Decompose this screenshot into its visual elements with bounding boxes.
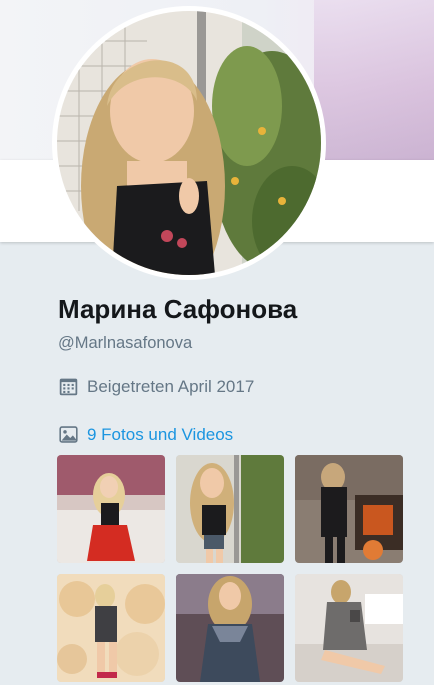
join-date: Beigetreten April 2017 [58, 376, 254, 397]
media-thumbnail[interactable] [295, 455, 403, 563]
media-thumbnail-grid [57, 455, 403, 682]
photos-videos-label[interactable]: 9 Fotos und Videos [87, 425, 233, 445]
media-thumbnail[interactable] [57, 455, 165, 563]
profile-name: Марина Сафонова [58, 294, 298, 324]
media-thumbnail[interactable] [176, 574, 284, 682]
profile-avatar[interactable] [52, 6, 326, 280]
banner-image [314, 0, 434, 160]
photos-videos-link[interactable]: 9 Fotos und Videos [58, 424, 233, 445]
image-icon [59, 426, 78, 443]
calendar-icon [59, 378, 78, 396]
profile-handle: @Marlnasafonova [58, 334, 193, 352]
join-date-text: Beigetreten April 2017 [87, 376, 255, 396]
media-thumbnail[interactable] [295, 574, 403, 682]
media-thumbnail[interactable] [176, 455, 284, 563]
media-thumbnail[interactable] [57, 574, 165, 682]
